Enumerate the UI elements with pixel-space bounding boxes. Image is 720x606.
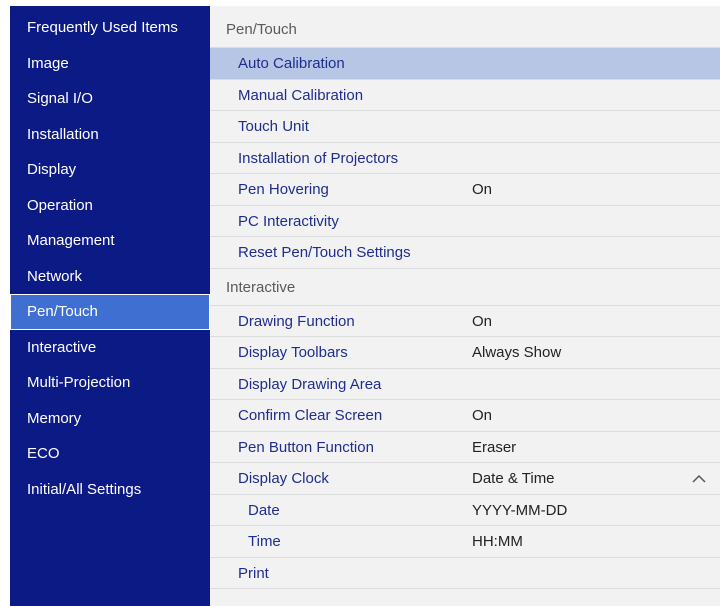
menu-row-pc-interactivity[interactable]: PC Interactivity bbox=[210, 206, 720, 237]
settings-window: Frequently Used Items Image Signal I/O I… bbox=[10, 6, 720, 606]
sidebar-item-initial-all-settings[interactable]: Initial/All Settings bbox=[10, 472, 210, 508]
row-value: Date & Time bbox=[472, 470, 555, 487]
menu-row-touch-unit[interactable]: Touch Unit bbox=[210, 111, 720, 143]
row-label: Installation of Projectors bbox=[238, 149, 399, 167]
row-label: PC Interactivity bbox=[238, 212, 339, 230]
row-label: Time bbox=[248, 533, 281, 550]
sidebar-item-frequently-used-items[interactable]: Frequently Used Items bbox=[10, 10, 210, 46]
sidebar-item-network[interactable]: Network bbox=[10, 259, 210, 295]
section-header-interactive: Interactive bbox=[210, 269, 720, 306]
section-header-pen-touch: Pen/Touch bbox=[210, 11, 720, 48]
menu-row-time[interactable]: Time HH:MM bbox=[210, 526, 720, 558]
row-label: Auto Calibration bbox=[238, 55, 345, 72]
row-label: Pen Button Function bbox=[238, 438, 374, 456]
sidebar: Frequently Used Items Image Signal I/O I… bbox=[10, 6, 210, 606]
sidebar-item-eco[interactable]: ECO bbox=[10, 436, 210, 472]
menu-row-display-clock[interactable]: Display Clock Date & Time bbox=[210, 463, 720, 495]
row-value: Eraser bbox=[472, 438, 517, 456]
sidebar-item-operation[interactable]: Operation bbox=[10, 188, 210, 224]
sidebar-item-interactive[interactable]: Interactive bbox=[10, 330, 210, 366]
sidebar-item-pen-touch[interactable]: Pen/Touch bbox=[10, 294, 210, 330]
sidebar-item-multi-projection[interactable]: Multi-Projection bbox=[10, 365, 210, 401]
row-value: On bbox=[472, 312, 493, 330]
row-label: Manual Calibration bbox=[238, 86, 364, 104]
sidebar-item-signal-io[interactable]: Signal I/O bbox=[10, 81, 210, 117]
row-value: HH:MM bbox=[472, 533, 523, 550]
row-value: On bbox=[472, 181, 493, 198]
row-label: Display Drawing Area bbox=[238, 375, 382, 393]
row-label: Touch Unit bbox=[238, 118, 309, 135]
menu-row-installation-of-projectors[interactable]: Installation of Projectors bbox=[210, 143, 720, 174]
menu-row-pen-hovering[interactable]: Pen Hovering On bbox=[210, 174, 720, 206]
menu-row-print[interactable]: Print bbox=[210, 558, 720, 589]
sidebar-item-image[interactable]: Image bbox=[10, 46, 210, 82]
row-label: Print bbox=[238, 564, 269, 582]
menu-row-display-drawing-area[interactable]: Display Drawing Area bbox=[210, 369, 720, 400]
sidebar-item-installation[interactable]: Installation bbox=[10, 117, 210, 153]
row-label: Display Toolbars bbox=[238, 344, 348, 361]
menu-row-manual-calibration[interactable]: Manual Calibration bbox=[210, 80, 720, 111]
menu-row-reset-pen-touch-settings[interactable]: Reset Pen/Touch Settings bbox=[210, 237, 720, 269]
row-label: Date bbox=[248, 501, 280, 519]
row-label: Confirm Clear Screen bbox=[238, 407, 383, 424]
menu-row-drawing-function[interactable]: Drawing Function On bbox=[210, 306, 720, 337]
menu-row-date[interactable]: Date YYYY-MM-DD bbox=[210, 495, 720, 526]
sidebar-item-display[interactable]: Display bbox=[10, 152, 210, 188]
row-label: Display Clock bbox=[238, 470, 329, 487]
row-value: On bbox=[472, 407, 493, 424]
menu-row-auto-calibration[interactable]: Auto Calibration bbox=[210, 48, 720, 80]
menu-row-pen-button-function[interactable]: Pen Button Function Eraser bbox=[210, 432, 720, 463]
row-value: Always Show bbox=[472, 344, 562, 361]
row-label: Drawing Function bbox=[238, 312, 355, 330]
row-label: Pen Hovering bbox=[238, 181, 329, 198]
settings-panel: Pen/Touch Auto Calibration Manual Calibr… bbox=[210, 6, 720, 606]
sidebar-item-memory[interactable]: Memory bbox=[10, 401, 210, 437]
sidebar-item-management[interactable]: Management bbox=[10, 223, 210, 259]
menu-row-confirm-clear-screen[interactable]: Confirm Clear Screen On bbox=[210, 400, 720, 432]
row-value: YYYY-MM-DD bbox=[472, 501, 568, 519]
menu-row-display-toolbars[interactable]: Display Toolbars Always Show bbox=[210, 337, 720, 369]
row-label: Reset Pen/Touch Settings bbox=[238, 244, 411, 261]
chevron-up-icon[interactable] bbox=[692, 463, 706, 494]
